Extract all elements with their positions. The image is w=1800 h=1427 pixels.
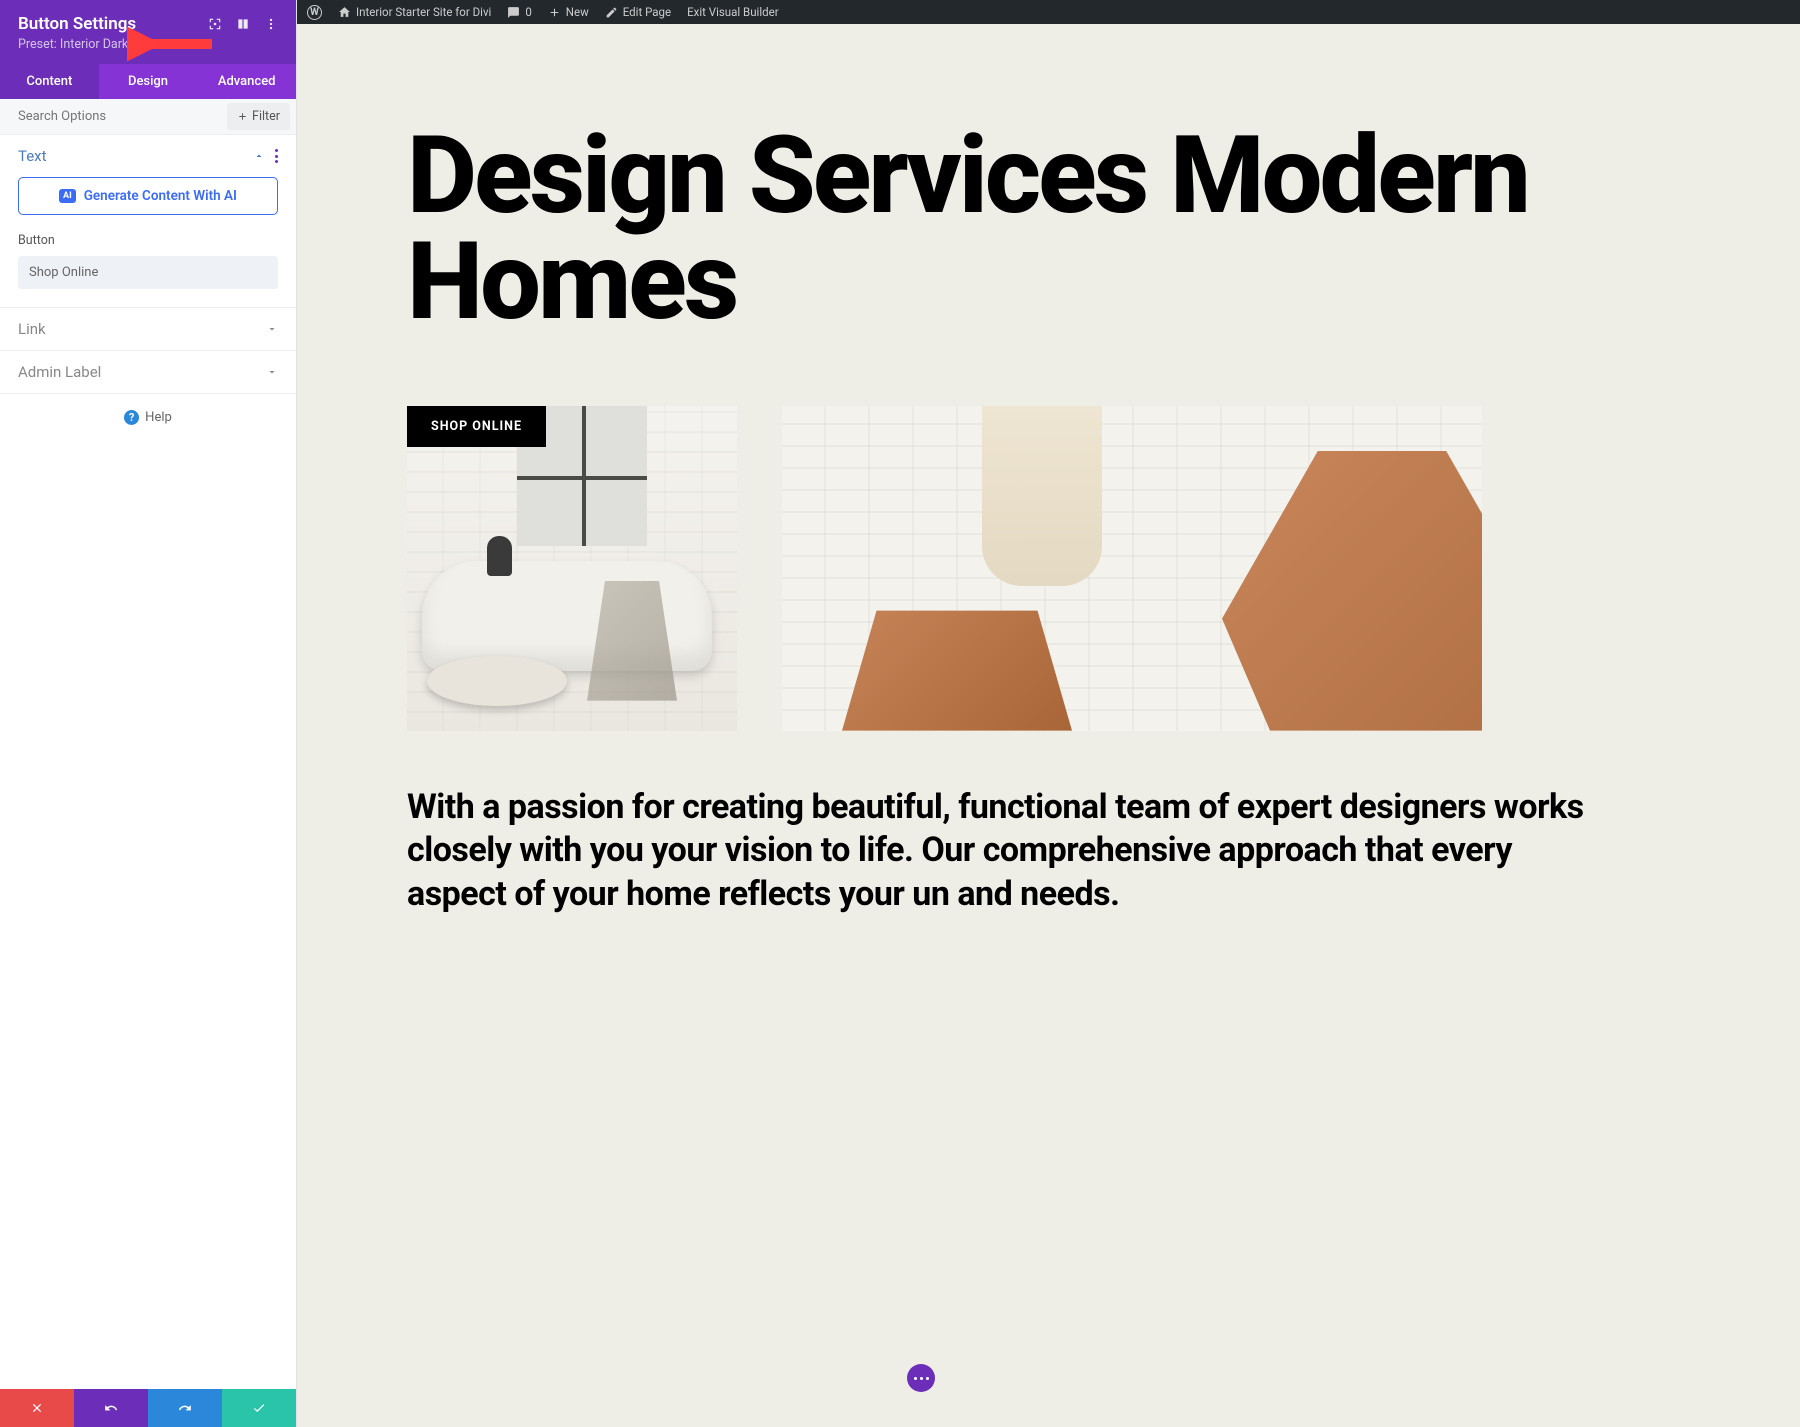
images-row: SHOP ONLINE — [407, 406, 1800, 731]
wp-comments-link[interactable]: 0 — [507, 5, 531, 19]
tab-advanced[interactable]: Advanced — [197, 64, 296, 99]
help-label: Help — [145, 410, 172, 425]
hero-image-left: SHOP ONLINE — [407, 406, 737, 731]
preset-label: Preset: Interior Dark — [18, 37, 128, 52]
section-title-link: Link — [18, 320, 46, 338]
ai-button-label: Generate Content With AI — [84, 188, 237, 204]
cancel-button[interactable] — [0, 1389, 74, 1427]
pencil-icon — [605, 6, 618, 19]
plus-icon — [237, 111, 248, 122]
wp-admin-bar: W Interior Starter Site for Divi 0 New E… — [297, 0, 1800, 24]
redo-icon — [178, 1401, 192, 1415]
wp-exit-vb-link[interactable]: Exit Visual Builder — [687, 5, 779, 19]
comment-icon — [507, 6, 520, 19]
builder-fab[interactable] — [907, 1364, 935, 1392]
preset-selector[interactable]: Preset: Interior Dark — [18, 37, 278, 52]
wp-exit-vb-label: Exit Visual Builder — [687, 5, 779, 19]
panel-title: Button Settings — [18, 14, 136, 34]
section-text: Text AI Generate Content With AI Button — [0, 135, 296, 308]
section-header-text[interactable]: Text — [0, 135, 296, 177]
wp-new-label: New — [566, 5, 589, 19]
section-link: Link — [0, 308, 296, 351]
close-icon — [30, 1401, 44, 1415]
ai-badge-icon: AI — [59, 189, 76, 203]
redo-button[interactable] — [148, 1389, 222, 1427]
section-title-text: Text — [18, 147, 47, 165]
filter-label: Filter — [252, 109, 280, 124]
section-title-admin-label: Admin Label — [18, 363, 101, 381]
undo-button[interactable] — [74, 1389, 148, 1427]
body-paragraph: With a passion for creating beautiful, f… — [407, 786, 1607, 917]
save-button[interactable] — [222, 1389, 296, 1427]
columns-icon[interactable] — [236, 17, 250, 31]
help-icon: ? — [124, 410, 139, 425]
hero-image-right — [782, 406, 1482, 731]
generate-ai-button[interactable]: AI Generate Content With AI — [18, 177, 278, 215]
tab-content[interactable]: Content — [0, 64, 99, 99]
check-icon — [252, 1401, 266, 1415]
chevron-up-icon — [253, 150, 265, 162]
wp-site-title: Interior Starter Site for Divi — [356, 5, 491, 19]
shop-online-button[interactable]: SHOP ONLINE — [407, 406, 546, 447]
button-text-input[interactable] — [18, 256, 278, 289]
chevron-down-icon — [132, 39, 144, 51]
wp-new-link[interactable]: New — [548, 5, 589, 19]
wp-edit-page-link[interactable]: Edit Page — [605, 5, 671, 19]
home-icon — [338, 6, 351, 19]
chevron-down-icon — [266, 323, 278, 335]
focus-icon[interactable] — [208, 17, 222, 31]
section-header-admin-label[interactable]: Admin Label — [0, 351, 296, 393]
footer-bar — [0, 1389, 296, 1427]
interior-scene-sofa — [407, 406, 737, 731]
chevron-down-icon — [266, 366, 278, 378]
panel-header: Button Settings Preset: Interior Dark — [0, 0, 296, 64]
undo-icon — [104, 1401, 118, 1415]
main-content: W Interior Starter Site for Divi 0 New E… — [297, 0, 1800, 1427]
tab-design[interactable]: Design — [99, 64, 198, 99]
wp-site-link[interactable]: Interior Starter Site for Divi — [338, 5, 491, 19]
wp-edit-page-label: Edit Page — [623, 5, 671, 19]
wp-comments-count: 0 — [525, 5, 531, 19]
more-vert-icon[interactable] — [275, 149, 278, 163]
search-row: Filter — [0, 99, 296, 135]
panel-tabs: Content Design Advanced — [0, 64, 296, 99]
plus-icon — [548, 6, 561, 19]
filter-button[interactable]: Filter — [227, 103, 290, 130]
section-admin-label: Admin Label — [0, 351, 296, 394]
help-link[interactable]: ? Help — [0, 394, 296, 441]
section-header-link[interactable]: Link — [0, 308, 296, 350]
hero-heading: Design Services Modern Homes — [407, 124, 1800, 336]
page-preview: Design Services Modern Homes SHOP ONLINE… — [297, 24, 1800, 1427]
settings-sidebar: Button Settings Preset: Interior Dark Co… — [0, 0, 297, 1427]
button-field-label: Button — [18, 233, 278, 248]
more-vert-icon[interactable] — [264, 17, 278, 31]
interior-scene-chairs — [782, 406, 1482, 731]
search-input[interactable] — [0, 99, 227, 134]
wp-logo-icon[interactable]: W — [307, 5, 322, 20]
